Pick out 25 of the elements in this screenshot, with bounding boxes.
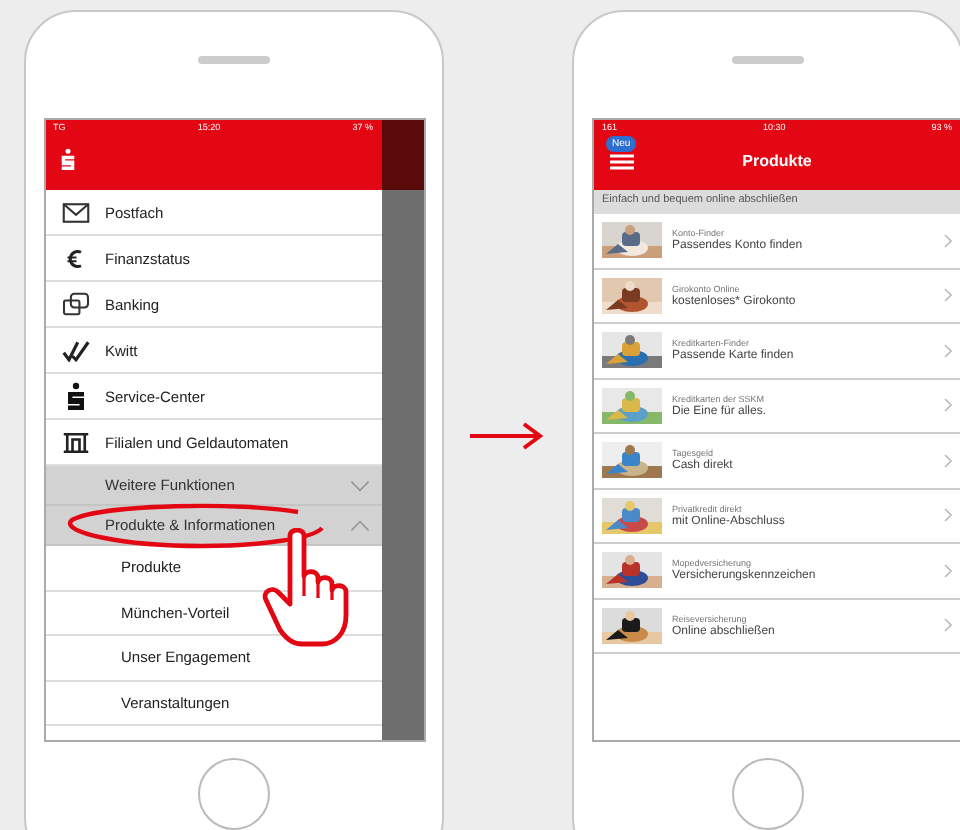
chevron-icon (944, 508, 952, 523)
euro-icon (66, 247, 84, 269)
chevron-icon (944, 343, 952, 358)
screen-title: Produkte (742, 151, 812, 169)
chevron-icon (944, 453, 952, 468)
speaker-icon (732, 56, 804, 64)
home-button[interactable] (198, 758, 270, 830)
chevron-icon (944, 398, 952, 413)
chevron-icon (944, 288, 952, 303)
chevron-icon (944, 563, 952, 578)
chevron-icon (944, 233, 952, 248)
chevron-icon (944, 618, 952, 633)
home-button[interactable] (732, 758, 804, 830)
hand-pointer-icon (261, 528, 353, 648)
logo-icon (65, 382, 85, 410)
mail-icon (61, 201, 89, 223)
chevron-icon (349, 479, 369, 491)
double-check-icon (61, 339, 89, 361)
menu-icon[interactable] (610, 154, 634, 170)
chevron-icon (349, 519, 369, 531)
banking-icon (61, 292, 89, 316)
branch-icon (61, 431, 89, 453)
arrow-icon (468, 420, 548, 452)
logo-icon (59, 148, 75, 170)
speaker-icon (198, 56, 270, 64)
